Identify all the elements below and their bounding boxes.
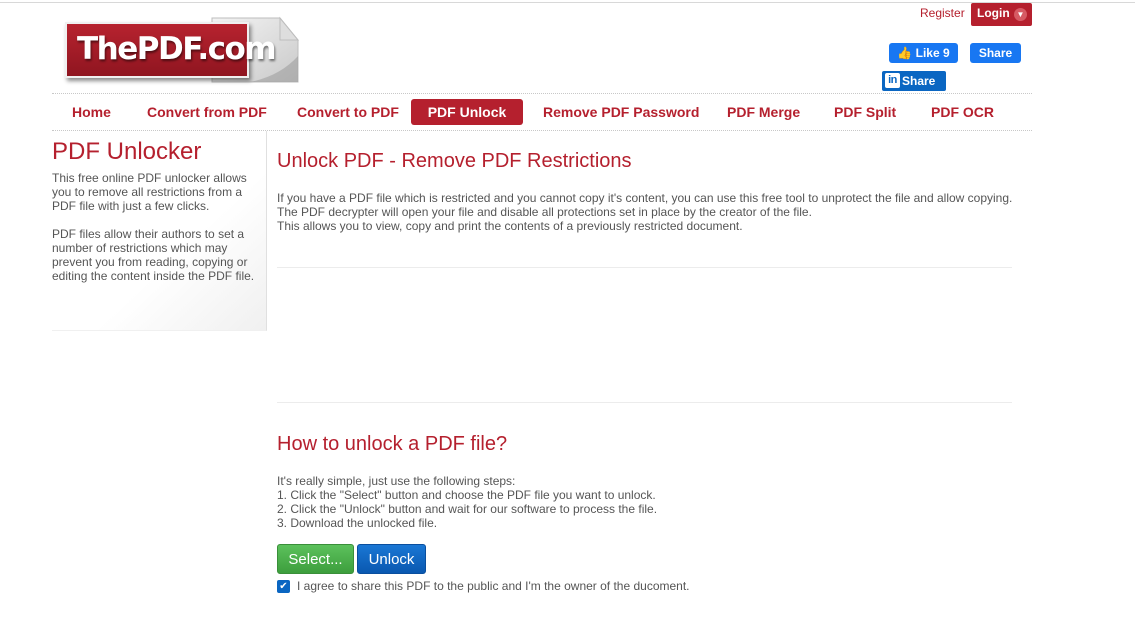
facebook-like-label: Like 9	[915, 46, 950, 60]
linkedin-icon: in	[885, 73, 900, 88]
page-title: Unlock PDF - Remove PDF Restrictions	[277, 150, 632, 172]
nav-pdf-unlock[interactable]: PDF Unlock	[411, 99, 523, 125]
nav-convert-to-pdf[interactable]: Convert to PDF	[297, 99, 399, 125]
facebook-share-button[interactable]: Share	[970, 43, 1021, 63]
logo-banner: ThePDF.com	[65, 22, 277, 78]
step-item: 3. Download the unlocked file.	[277, 516, 438, 530]
login-button[interactable]: Login ▼	[971, 3, 1032, 26]
agree-checkbox[interactable]: ✔	[277, 580, 290, 593]
step-item: 1. Click the "Select" button and choose …	[277, 488, 656, 502]
divider	[277, 402, 1012, 403]
chevron-down-icon: ▼	[1014, 8, 1027, 21]
sidebar-line: prevent you from reading, copying or	[52, 255, 248, 269]
sidebar-title: PDF Unlocker	[52, 138, 202, 165]
intro-line: The PDF decrypter will open your file an…	[277, 205, 812, 219]
intro-line: If you have a PDF file which is restrict…	[277, 191, 1013, 205]
agree-label: I agree to share this PDF to the public …	[297, 579, 690, 593]
checkmark-icon: ✔	[279, 581, 288, 592]
sidebar: PDF Unlocker This free online PDF unlock…	[52, 131, 267, 331]
sidebar-paragraph-2: PDF files allow their authors to set a n…	[52, 227, 258, 283]
sidebar-line: number of restrictions which may	[52, 241, 228, 255]
intro-line: This allows you to view, copy and print …	[277, 219, 743, 233]
main-nav: Home Convert from PDF Convert to PDF PDF…	[52, 93, 1032, 131]
thumbs-up-icon: 👍	[897, 46, 913, 60]
login-label: Login	[977, 6, 1010, 20]
step-item: 2. Click the "Unlock" button and wait fo…	[277, 502, 658, 516]
sidebar-paragraph-1: This free online PDF unlocker allows you…	[52, 171, 258, 213]
sidebar-line: editing the content inside the PDF file.	[52, 269, 255, 283]
linkedin-share-button[interactable]: in Share	[882, 71, 946, 91]
logo-text: ThePDF.com	[77, 31, 277, 67]
sidebar-line: This free online PDF unlocker allows	[52, 171, 247, 185]
sidebar-line: PDF files allow their authors to set a	[52, 227, 245, 241]
select-button[interactable]: Select...	[277, 544, 354, 574]
divider	[277, 267, 1012, 268]
nav-pdf-merge[interactable]: PDF Merge	[727, 99, 800, 125]
top-border	[0, 2, 1135, 3]
nav-pdf-split[interactable]: PDF Split	[834, 99, 896, 125]
sidebar-line: you to remove all restrictions from a	[52, 185, 243, 199]
steps-intro: It's really simple, just use the followi…	[277, 474, 516, 488]
site-logo[interactable]: ThePDF.com	[60, 14, 305, 86]
linkedin-share-label: Share	[902, 74, 936, 88]
sidebar-line: PDF file with just a few clicks.	[52, 199, 210, 213]
unlock-button[interactable]: Unlock	[357, 544, 426, 574]
nav-home[interactable]: Home	[72, 99, 111, 125]
nav-remove-pdf-password[interactable]: Remove PDF Password	[543, 99, 699, 125]
nav-convert-from-pdf[interactable]: Convert from PDF	[147, 99, 267, 125]
register-link[interactable]: Register	[920, 6, 965, 20]
intro-text: If you have a PDF file which is restrict…	[277, 191, 1037, 233]
facebook-like-button[interactable]: 👍 Like 9	[889, 43, 958, 63]
steps-list: It's really simple, just use the followi…	[277, 474, 977, 530]
nav-pdf-ocr[interactable]: PDF OCR	[931, 99, 994, 125]
how-to-title: How to unlock a PDF file?	[277, 433, 508, 455]
